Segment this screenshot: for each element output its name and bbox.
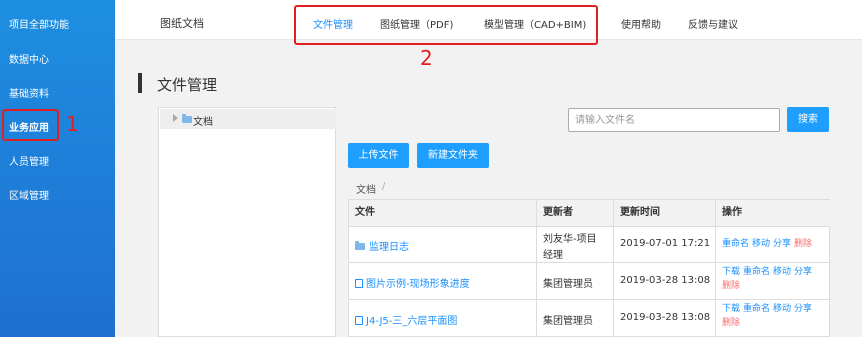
time-cell: 2019-07-01 17:21 xyxy=(620,238,711,249)
share-link[interactable]: 分享 xyxy=(773,239,791,249)
share-link[interactable]: 分享 xyxy=(794,267,812,277)
annotation-number-2: 2 xyxy=(420,46,433,70)
folder-icon xyxy=(355,241,365,250)
row-divider xyxy=(349,262,831,263)
header-actions: 操作 xyxy=(722,207,742,218)
file-table: 文件 更新者 更新时间 操作 监理日志 刘友华-项目 经理 2019-07-01… xyxy=(348,199,831,337)
image-file-icon xyxy=(355,279,363,288)
move-link[interactable]: 移动 xyxy=(752,239,770,249)
time-cell: 2019-03-28 13:08 xyxy=(620,275,711,286)
delete-link[interactable]: 删除 xyxy=(794,239,812,249)
brand-title: 图纸文档 xyxy=(160,17,204,30)
row-divider xyxy=(349,299,831,300)
time-cell: 2019-03-28 13:08 xyxy=(620,312,711,323)
row-actions: 下载 重命名 移动 分享删除 xyxy=(722,265,822,293)
folder-tree: 文档 xyxy=(158,107,336,337)
row-actions: 重命名 移动 分享 删除 xyxy=(722,237,822,251)
annotation-number-1: 1 xyxy=(66,112,79,136)
header-time: 更新时间 xyxy=(620,207,660,218)
annotation-box-tabs xyxy=(294,5,598,45)
column-divider xyxy=(536,200,537,337)
delete-link[interactable]: 删除 xyxy=(722,318,740,328)
sidebar: 项目全部功能 数据中心 基础资料 业务应用 人员管理 区域管理 xyxy=(0,0,115,337)
tab-help[interactable]: 使用帮助 xyxy=(621,16,661,31)
header-updater: 更新者 xyxy=(543,207,573,218)
tree-node-root[interactable]: 文档 xyxy=(160,109,336,129)
new-folder-button[interactable]: 新建文件夹 xyxy=(417,143,489,168)
updater-cell: 经理 xyxy=(543,250,563,261)
table-row-file-link[interactable]: 图片示例-现场形象进度 xyxy=(355,275,470,290)
pdf-file-icon xyxy=(355,316,363,325)
header-file: 文件 xyxy=(355,207,375,218)
download-link[interactable]: 下载 xyxy=(722,267,740,277)
sidebar-item-all-functions[interactable]: 项目全部功能 xyxy=(9,16,69,31)
sidebar-item-basic-data[interactable]: 基础资料 xyxy=(9,85,49,100)
tab-feedback[interactable]: 反馈与建议 xyxy=(688,16,738,31)
download-link[interactable]: 下载 xyxy=(722,304,740,314)
updater-cell: 刘友华-项目 xyxy=(543,234,597,245)
caret-right-icon[interactable] xyxy=(173,114,178,122)
tree-node-label: 文档 xyxy=(193,117,213,128)
annotation-box-sidebar xyxy=(2,109,59,141)
updater-cell: 集团管理员 xyxy=(543,279,593,290)
upload-file-button[interactable]: 上传文件 xyxy=(348,143,409,168)
page-title: 文件管理 xyxy=(157,76,218,94)
updater-cell: 集团管理员 xyxy=(543,316,593,327)
share-link[interactable]: 分享 xyxy=(794,304,812,314)
row-actions: 下载 重命名 移动 分享删除 xyxy=(722,302,822,330)
search-button[interactable]: 搜索 xyxy=(787,107,829,132)
table-row-file-link[interactable]: 监理日志 xyxy=(355,238,409,253)
title-accent-bar xyxy=(138,73,142,93)
file-name: J4-J5-三_六层平面图 xyxy=(366,316,458,327)
breadcrumb-root[interactable]: 文档 xyxy=(356,181,376,196)
rename-link[interactable]: 重命名 xyxy=(722,239,749,249)
move-link[interactable]: 移动 xyxy=(773,304,791,314)
table-header-row xyxy=(349,200,831,226)
rename-link[interactable]: 重命名 xyxy=(743,267,770,277)
file-name: 图片示例-现场形象进度 xyxy=(366,279,470,290)
sidebar-item-data-center[interactable]: 数据中心 xyxy=(9,51,49,66)
folder-icon xyxy=(182,114,192,123)
delete-link[interactable]: 删除 xyxy=(722,281,740,291)
sidebar-item-personnel[interactable]: 人员管理 xyxy=(9,153,49,168)
rename-link[interactable]: 重命名 xyxy=(743,304,770,314)
sidebar-item-area[interactable]: 区域管理 xyxy=(9,187,49,202)
row-divider xyxy=(349,226,831,227)
search-input[interactable] xyxy=(568,108,780,132)
breadcrumb-separator: / xyxy=(382,181,386,192)
file-name: 监理日志 xyxy=(369,242,409,253)
move-link[interactable]: 移动 xyxy=(773,267,791,277)
column-divider xyxy=(613,200,614,337)
table-row-file-link[interactable]: J4-J5-三_六层平面图 xyxy=(355,312,457,327)
column-divider xyxy=(715,200,716,337)
